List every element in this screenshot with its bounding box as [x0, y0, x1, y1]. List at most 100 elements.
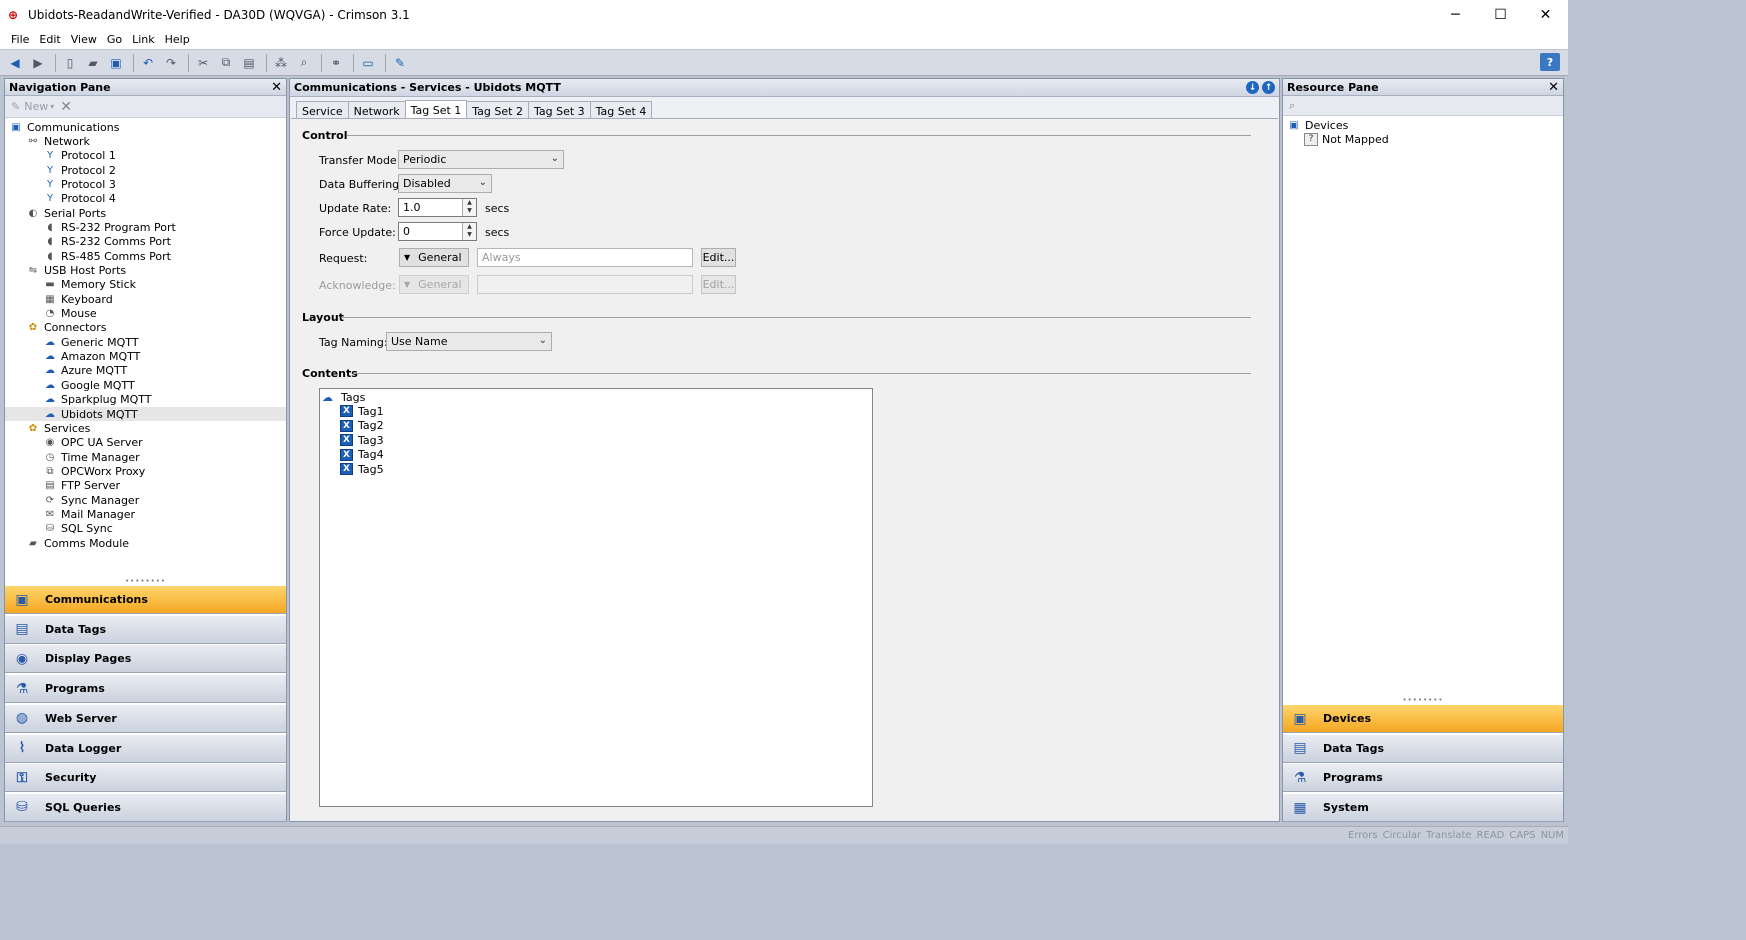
spin-arrows-icon[interactable]: ▲ ▼: [462, 199, 476, 216]
tree-node[interactable]: Y Protocol 1: [43, 149, 116, 163]
tree-node[interactable]: ▰ Comms Module: [26, 536, 129, 550]
tree-node[interactable]: ☁ Azure MQTT: [43, 364, 127, 378]
category-programs[interactable]: ⚗ Programs: [1283, 763, 1563, 793]
tag-contents-tree[interactable]: ☁ Tags X Tag1 X Tag2 X Tag3 X Tag4 X Tag5: [319, 388, 873, 807]
menu-help[interactable]: Help: [165, 33, 190, 46]
undo-icon[interactable]: ↶: [138, 53, 158, 73]
new-button[interactable]: New: [24, 100, 48, 113]
tree-node[interactable]: ⛁ SQL Sync: [43, 522, 113, 536]
category-data-logger[interactable]: ⌇ Data Logger: [5, 733, 286, 763]
tree-node[interactable]: ◖ RS-485 Comms Port: [43, 249, 171, 263]
tree-node[interactable]: ☁ Google MQTT: [43, 378, 135, 392]
tree-node[interactable]: ☁ Sparkplug MQTT: [43, 393, 151, 407]
minimize-button[interactable]: ─: [1433, 0, 1478, 29]
category-programs[interactable]: ⚗ Programs: [5, 674, 286, 704]
paste-icon[interactable]: ▤: [239, 53, 259, 73]
category-sql-queries[interactable]: ⛁ SQL Queries: [5, 792, 286, 822]
splitter-grip[interactable]: ••••••••: [5, 578, 286, 585]
request-expression-input[interactable]: Always: [477, 248, 693, 267]
tree-node[interactable]: ◖ RS-232 Program Port: [43, 220, 175, 234]
tag-item[interactable]: X Tag3: [340, 433, 384, 447]
tree-node[interactable]: Y Protocol 3: [43, 177, 116, 191]
splitter-grip[interactable]: ••••••••: [1283, 697, 1563, 704]
tree-node[interactable]: Y Protocol 4: [43, 192, 116, 206]
menu-view[interactable]: View: [71, 33, 97, 46]
tree-node[interactable]: ▤ FTP Server: [43, 479, 120, 493]
link-icon[interactable]: ⚭: [326, 53, 346, 73]
help-button[interactable]: ?: [1540, 53, 1560, 71]
redo-icon[interactable]: ↷: [161, 53, 181, 73]
acknowledge-type-button[interactable]: ▼ General: [399, 275, 469, 294]
tree-node[interactable]: ⟳ Sync Manager: [43, 493, 139, 507]
tools-icon[interactable]: ✎: [390, 53, 410, 73]
new-file-icon[interactable]: ▯: [60, 53, 80, 73]
menu-go[interactable]: Go: [107, 33, 122, 46]
forward-icon[interactable]: ▶: [28, 53, 48, 73]
tree-node[interactable]: Y Protocol 2: [43, 163, 116, 177]
select-all-icon[interactable]: ⁂: [271, 53, 291, 73]
tree-node[interactable]: ⚯ Network: [26, 134, 90, 148]
tag-item[interactable]: X Tag4: [340, 448, 384, 462]
acknowledge-edit-button[interactable]: Edit...: [701, 275, 736, 294]
tags-root[interactable]: ☁ Tags: [322, 390, 365, 404]
category-data-tags[interactable]: ▤ Data Tags: [5, 614, 286, 644]
search-icon[interactable]: ⌕: [1289, 99, 1295, 113]
force-update-input[interactable]: 0 ▲ ▼: [398, 222, 477, 241]
tree-node[interactable]: ⇋ USB Host Ports: [26, 264, 126, 278]
tag-naming-select[interactable]: Use Name ⌄: [386, 332, 552, 351]
monitor-icon[interactable]: ▭: [358, 53, 378, 73]
category-security[interactable]: ⚿ Security: [5, 763, 286, 793]
tree-node[interactable]: ⧉ OPCWorx Proxy: [43, 464, 145, 478]
category-data-tags[interactable]: ▤ Data Tags: [1283, 733, 1563, 763]
tree-node[interactable]: ▣ Communications: [9, 120, 119, 134]
previous-item-icon[interactable]: ↑: [1262, 81, 1275, 94]
data-buffering-select[interactable]: Disabled ⌄: [398, 174, 492, 193]
spin-arrows-icon[interactable]: ▲ ▼: [462, 223, 476, 240]
category-display-pages[interactable]: ◉ Display Pages: [5, 644, 286, 674]
dropdown-arrow-icon[interactable]: ▾: [50, 102, 54, 111]
menu-file[interactable]: File: [11, 33, 29, 46]
tree-node[interactable]: ▦ Keyboard: [43, 292, 112, 306]
tree-node[interactable]: ☁ Generic MQTT: [43, 335, 139, 349]
new-item-icon[interactable]: ✎: [11, 100, 20, 113]
back-icon[interactable]: ◀: [5, 53, 25, 73]
next-item-icon[interactable]: ↓: [1246, 81, 1259, 94]
close-button[interactable]: ✕: [1523, 0, 1568, 29]
tree-node[interactable]: ✿ Services: [26, 421, 91, 435]
close-pane-icon[interactable]: ✕: [1548, 80, 1559, 95]
delete-icon[interactable]: ✕: [60, 99, 72, 115]
menu-link[interactable]: Link: [132, 33, 155, 46]
category-communications[interactable]: ▣ Communications: [5, 585, 286, 614]
tree-node[interactable]: ◔ Mouse: [43, 307, 97, 321]
maximize-button[interactable]: ☐: [1478, 0, 1523, 29]
request-edit-button[interactable]: Edit...: [701, 248, 736, 267]
request-type-button[interactable]: ▼ General: [399, 248, 469, 267]
find-icon[interactable]: ⌕: [294, 53, 314, 73]
tree-node[interactable]: ? Not Mapped: [1304, 132, 1389, 146]
category-web-server[interactable]: ◍ Web Server: [5, 703, 286, 733]
tree-node[interactable]: ▬ Memory Stick: [43, 278, 136, 292]
menu-edit[interactable]: Edit: [39, 33, 60, 46]
open-folder-icon[interactable]: ▰: [83, 53, 103, 73]
close-pane-icon[interactable]: ✕: [271, 80, 282, 95]
tree-node[interactable]: ✉ Mail Manager: [43, 507, 135, 521]
tree-node[interactable]: ◐ Serial Ports: [26, 206, 107, 220]
acknowledge-expression-input[interactable]: [477, 275, 693, 294]
save-icon[interactable]: ▣: [106, 53, 126, 73]
tree-node[interactable]: ✿ Connectors: [26, 321, 107, 335]
transfer-mode-select[interactable]: Periodic ⌄: [398, 150, 564, 169]
tag-item[interactable]: X Tag2: [340, 419, 384, 433]
tree-node[interactable]: ☁ Ubidots MQTT: [5, 407, 286, 421]
update-rate-input[interactable]: 1.0 ▲ ▼: [398, 198, 477, 217]
copy-icon[interactable]: ⧉: [216, 53, 236, 73]
tree-node[interactable]: ◖ RS-232 Comms Port: [43, 235, 171, 249]
tree-node[interactable]: ☁ Amazon MQTT: [43, 350, 140, 364]
tag-item[interactable]: X Tag5: [340, 462, 384, 476]
category-system[interactable]: ▦ System: [1283, 793, 1563, 823]
tree-node[interactable]: ▣ Devices: [1287, 118, 1348, 132]
tag-item[interactable]: X Tag1: [340, 404, 384, 418]
tree-node[interactable]: ◉ OPC UA Server: [43, 436, 143, 450]
tree-node[interactable]: ◷ Time Manager: [43, 450, 140, 464]
cut-icon[interactable]: ✂: [193, 53, 213, 73]
category-devices[interactable]: ▣ Devices: [1283, 704, 1563, 733]
